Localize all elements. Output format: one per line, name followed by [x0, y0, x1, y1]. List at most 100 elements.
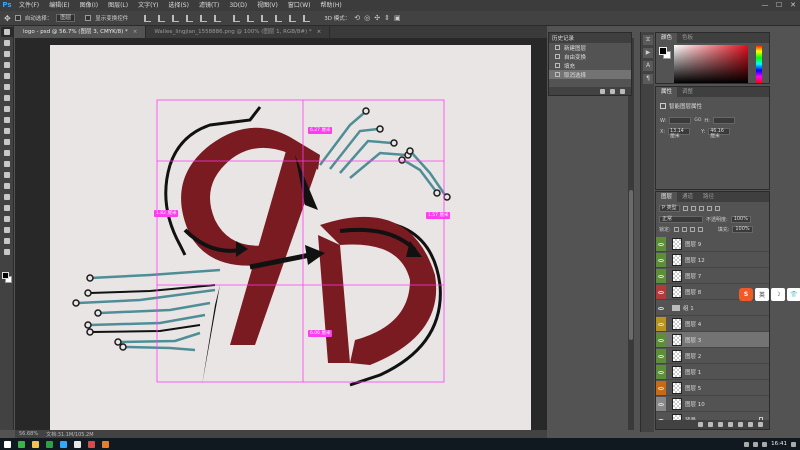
visibility-eye-icon[interactable]: [656, 269, 666, 285]
ime-logo-button[interactable]: S: [739, 288, 753, 301]
link-button[interactable]: GO: [694, 118, 701, 123]
history-panel-title[interactable]: 历史记录: [549, 33, 631, 43]
menu-filter[interactable]: 滤镜(T): [194, 0, 224, 11]
layer-row[interactable]: 图层 2: [656, 348, 769, 364]
taskbar-app[interactable]: [98, 438, 112, 450]
height-field[interactable]: [712, 117, 735, 124]
close-icon[interactable]: ×: [317, 29, 322, 35]
close-icon[interactable]: ×: [133, 29, 138, 35]
history-item[interactable]: 自由变换: [549, 52, 631, 61]
taskbar-app[interactable]: [28, 438, 42, 450]
ime-moon-button[interactable]: ☽: [771, 288, 785, 301]
history-brush-tool[interactable]: [1, 126, 13, 136]
lasso-tool[interactable]: [1, 49, 13, 59]
actions-icon[interactable]: ▶: [643, 48, 653, 58]
fx-icon[interactable]: [708, 422, 713, 427]
align-top-icon[interactable]: [144, 14, 152, 22]
distribute-right-icon[interactable]: [303, 14, 311, 22]
history-icon[interactable]: ⧖: [643, 35, 653, 45]
blend-mode-dropdown[interactable]: 正常: [659, 216, 703, 223]
visibility-eye-icon[interactable]: [656, 253, 666, 269]
distribute-left-icon[interactable]: [275, 14, 283, 22]
tab-paths[interactable]: 路径: [698, 192, 719, 202]
crop-tool[interactable]: [1, 71, 13, 81]
filter-shape-icon[interactable]: [706, 206, 712, 211]
taskbar-app[interactable]: [56, 438, 70, 450]
stamp-tool[interactable]: [1, 115, 13, 125]
notification-icon[interactable]: [791, 441, 796, 447]
more-tools[interactable]: [1, 247, 13, 257]
move-tool[interactable]: [1, 27, 13, 37]
layer-row[interactable]: 图层 5: [656, 380, 769, 396]
color-field[interactable]: [674, 45, 748, 83]
clock[interactable]: 16:41: [771, 441, 787, 447]
layer-filter-dropdown[interactable]: P 类型: [659, 205, 680, 212]
visibility-eye-icon[interactable]: [656, 317, 666, 333]
visibility-eye-icon[interactable]: [656, 237, 666, 253]
align-right-icon[interactable]: [214, 14, 222, 22]
foreground-color-swatch[interactable]: [2, 272, 9, 279]
width-field[interactable]: [669, 117, 692, 124]
maximize-button[interactable]: ☐: [772, 0, 786, 11]
lock-position-icon[interactable]: [689, 227, 695, 232]
zoom-level[interactable]: 56.68%: [19, 431, 38, 437]
menu-type[interactable]: 文字(Y): [133, 0, 163, 11]
layer-row[interactable]: 图层 9: [656, 236, 769, 252]
taskbar-app[interactable]: [70, 438, 84, 450]
fill-field[interactable]: 100%: [732, 226, 753, 233]
menu-file[interactable]: 文件(F): [14, 0, 44, 11]
zoom-tool[interactable]: [1, 236, 13, 246]
ime-icon[interactable]: [762, 441, 768, 447]
filter-type-icon[interactable]: [698, 206, 704, 211]
lock-transparency-icon[interactable]: [673, 227, 679, 232]
path-select-tool[interactable]: [1, 203, 13, 213]
move-tool-icon[interactable]: ✥: [4, 14, 11, 23]
ime-language-button[interactable]: 英: [755, 288, 769, 301]
snapshot-icon[interactable]: [600, 88, 605, 94]
type-tool[interactable]: [1, 192, 13, 202]
tab-channels[interactable]: 通道: [677, 192, 698, 202]
y-field[interactable]: 46.16 厘米: [708, 128, 731, 139]
start-button[interactable]: [0, 438, 14, 450]
pen-tool[interactable]: [1, 181, 13, 191]
filter-adjustment-icon[interactable]: [690, 206, 696, 211]
history-item[interactable]: 取消选择: [549, 70, 631, 79]
visibility-eye-icon[interactable]: [656, 397, 666, 413]
network-icon[interactable]: [744, 441, 750, 447]
folder-icon[interactable]: [738, 422, 743, 427]
distribute-hcenter-icon[interactable]: [289, 14, 297, 22]
hue-slider[interactable]: [756, 45, 762, 83]
visibility-eye-icon[interactable]: [656, 381, 666, 397]
layer-row[interactable]: 图层 3: [656, 332, 769, 348]
blur-tool[interactable]: [1, 159, 13, 169]
document-canvas[interactable]: 6.27 厘米 1.82 厘米 1.57 厘米 6.06 厘米: [50, 45, 531, 430]
menu-help[interactable]: 帮助(H): [316, 0, 347, 11]
minimize-button[interactable]: —: [758, 0, 772, 11]
tab-color[interactable]: 颜色: [656, 33, 678, 43]
tab-layers[interactable]: 图层: [656, 192, 678, 202]
menu-layer[interactable]: 图层(L): [103, 0, 133, 11]
taskbar-app[interactable]: [42, 438, 56, 450]
brush-tool[interactable]: [1, 104, 13, 114]
menu-window[interactable]: 窗口(W): [283, 0, 316, 11]
layer-row[interactable]: 图层 10: [656, 396, 769, 412]
x-field[interactable]: 13.14 厘米: [668, 128, 691, 139]
tab-swatches[interactable]: 色板: [677, 33, 698, 43]
ime-skin-button[interactable]: 👕: [787, 288, 800, 301]
3d-slide-icon[interactable]: ⇕: [384, 14, 390, 22]
layer-row[interactable]: 图层 7: [656, 268, 769, 284]
tab-adjustments[interactable]: 调整: [677, 87, 698, 97]
lock-pixels-icon[interactable]: [681, 227, 687, 232]
auto-select-checkbox[interactable]: [14, 15, 21, 21]
healing-tool[interactable]: [1, 93, 13, 103]
taskbar-app[interactable]: [84, 438, 98, 450]
menu-view[interactable]: 视图(V): [252, 0, 283, 11]
distribute-top-icon[interactable]: [233, 14, 241, 22]
taskbar-app[interactable]: [14, 438, 28, 450]
doc-tab-png[interactable]: Wallee_lingjian_1558886.png @ 100% (图层 1…: [146, 26, 331, 38]
show-transform-checkbox[interactable]: [85, 15, 92, 21]
visibility-eye-icon[interactable]: [656, 349, 666, 365]
layer-row[interactable]: 图层 4: [656, 316, 769, 332]
align-vcenter-icon[interactable]: [158, 14, 166, 22]
3d-rotate-icon[interactable]: ⟲: [354, 14, 360, 22]
